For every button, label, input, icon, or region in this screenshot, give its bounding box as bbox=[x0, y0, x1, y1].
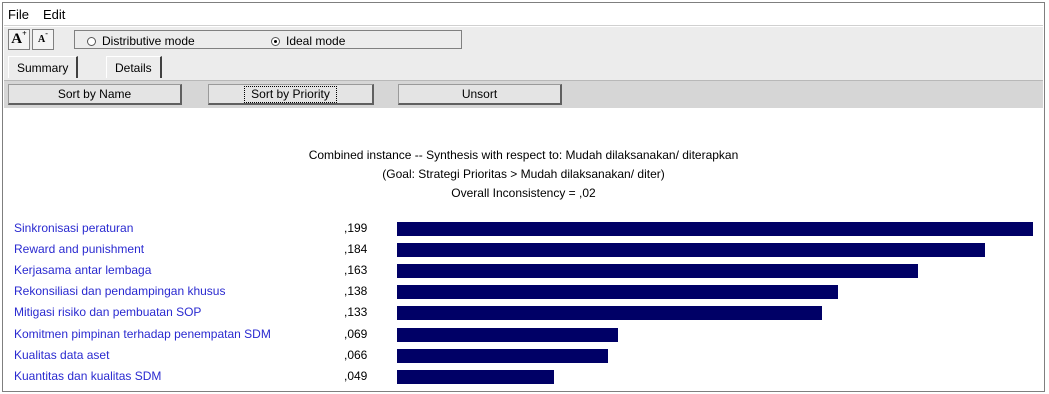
priority-bar bbox=[397, 369, 554, 384]
row-value: ,049 bbox=[344, 368, 368, 383]
row-value: ,066 bbox=[344, 347, 368, 362]
distributive-mode-radio[interactable]: Distributive mode bbox=[87, 34, 195, 48]
priority-bar bbox=[397, 264, 918, 279]
row-label[interactable]: Sinkronisasi peraturan bbox=[14, 221, 133, 235]
sort-by-priority-button[interactable]: Sort by Priority bbox=[208, 84, 374, 105]
tab-summary[interactable]: Summary bbox=[8, 56, 79, 78]
priority-bar bbox=[397, 348, 608, 363]
priority-bar bbox=[397, 222, 1033, 236]
ideal-mode-label: Ideal mode bbox=[286, 34, 346, 48]
row-label[interactable]: Kuantitas dan kualitas SDM bbox=[14, 369, 161, 383]
radio-checked-icon bbox=[271, 36, 280, 46]
row-value: ,163 bbox=[344, 263, 368, 278]
overall-inconsistency: Overall Inconsistency = ,02 bbox=[451, 186, 596, 200]
toolbar: A + A- Distributive mode Ideal mode bbox=[4, 27, 1043, 53]
row-value: ,184 bbox=[344, 242, 368, 257]
row-label[interactable]: Reward and punishment bbox=[14, 242, 144, 256]
sort-by-name-label: Sort by Name bbox=[57, 87, 132, 101]
row-label[interactable]: Kualitas data aset bbox=[14, 348, 109, 362]
tab-details-label: Details bbox=[115, 60, 152, 75]
row-value: ,199 bbox=[344, 221, 368, 235]
priority-bar bbox=[397, 306, 822, 321]
row-label[interactable]: Mitigasi risiko dan pembuatan SOP bbox=[14, 305, 201, 319]
sort-by-name-button[interactable]: Sort by Name bbox=[8, 84, 182, 105]
menu-bar: File Edit bbox=[4, 4, 1043, 26]
row-value: ,069 bbox=[344, 326, 368, 341]
sort-by-priority-label: Sort by Priority bbox=[244, 85, 337, 103]
priority-bar bbox=[397, 243, 985, 258]
row-value: ,138 bbox=[344, 284, 368, 299]
unsort-button[interactable]: Unsort bbox=[398, 84, 562, 105]
mode-group: Distributive mode Ideal mode bbox=[74, 30, 462, 49]
tab-strip: Summary Details bbox=[4, 53, 1043, 80]
row-value: ,133 bbox=[344, 305, 368, 320]
tab-summary-label: Summary bbox=[17, 60, 69, 75]
tab-details[interactable]: Details bbox=[106, 56, 162, 78]
menu-file[interactable]: File bbox=[8, 7, 29, 22]
ideal-mode-radio[interactable]: Ideal mode bbox=[271, 34, 345, 48]
radio-unchecked-icon bbox=[87, 36, 96, 46]
font-smaller-icon[interactable]: A- bbox=[32, 29, 54, 50]
priority-bar bbox=[397, 285, 838, 300]
unsort-label: Unsort bbox=[461, 87, 498, 101]
menu-edit[interactable]: Edit bbox=[43, 7, 65, 22]
synthesis-goal: (Goal: Strategi Prioritas > Mudah dilaks… bbox=[382, 167, 665, 181]
row-label[interactable]: Komitmen pimpinan terhadap penempatan SD… bbox=[14, 327, 271, 341]
distributive-mode-label: Distributive mode bbox=[102, 34, 195, 48]
priority-bar bbox=[397, 327, 618, 342]
synthesis-title: Combined instance -- Synthesis with resp… bbox=[308, 148, 739, 162]
row-label[interactable]: Rekonsiliasi dan pendampingan khusus bbox=[14, 284, 225, 298]
row-label[interactable]: Kerjasama antar lembaga bbox=[14, 263, 151, 277]
font-larger-icon[interactable]: A + bbox=[8, 29, 30, 50]
sort-bar: Sort by Name Sort by Priority Unsort bbox=[4, 80, 1043, 108]
